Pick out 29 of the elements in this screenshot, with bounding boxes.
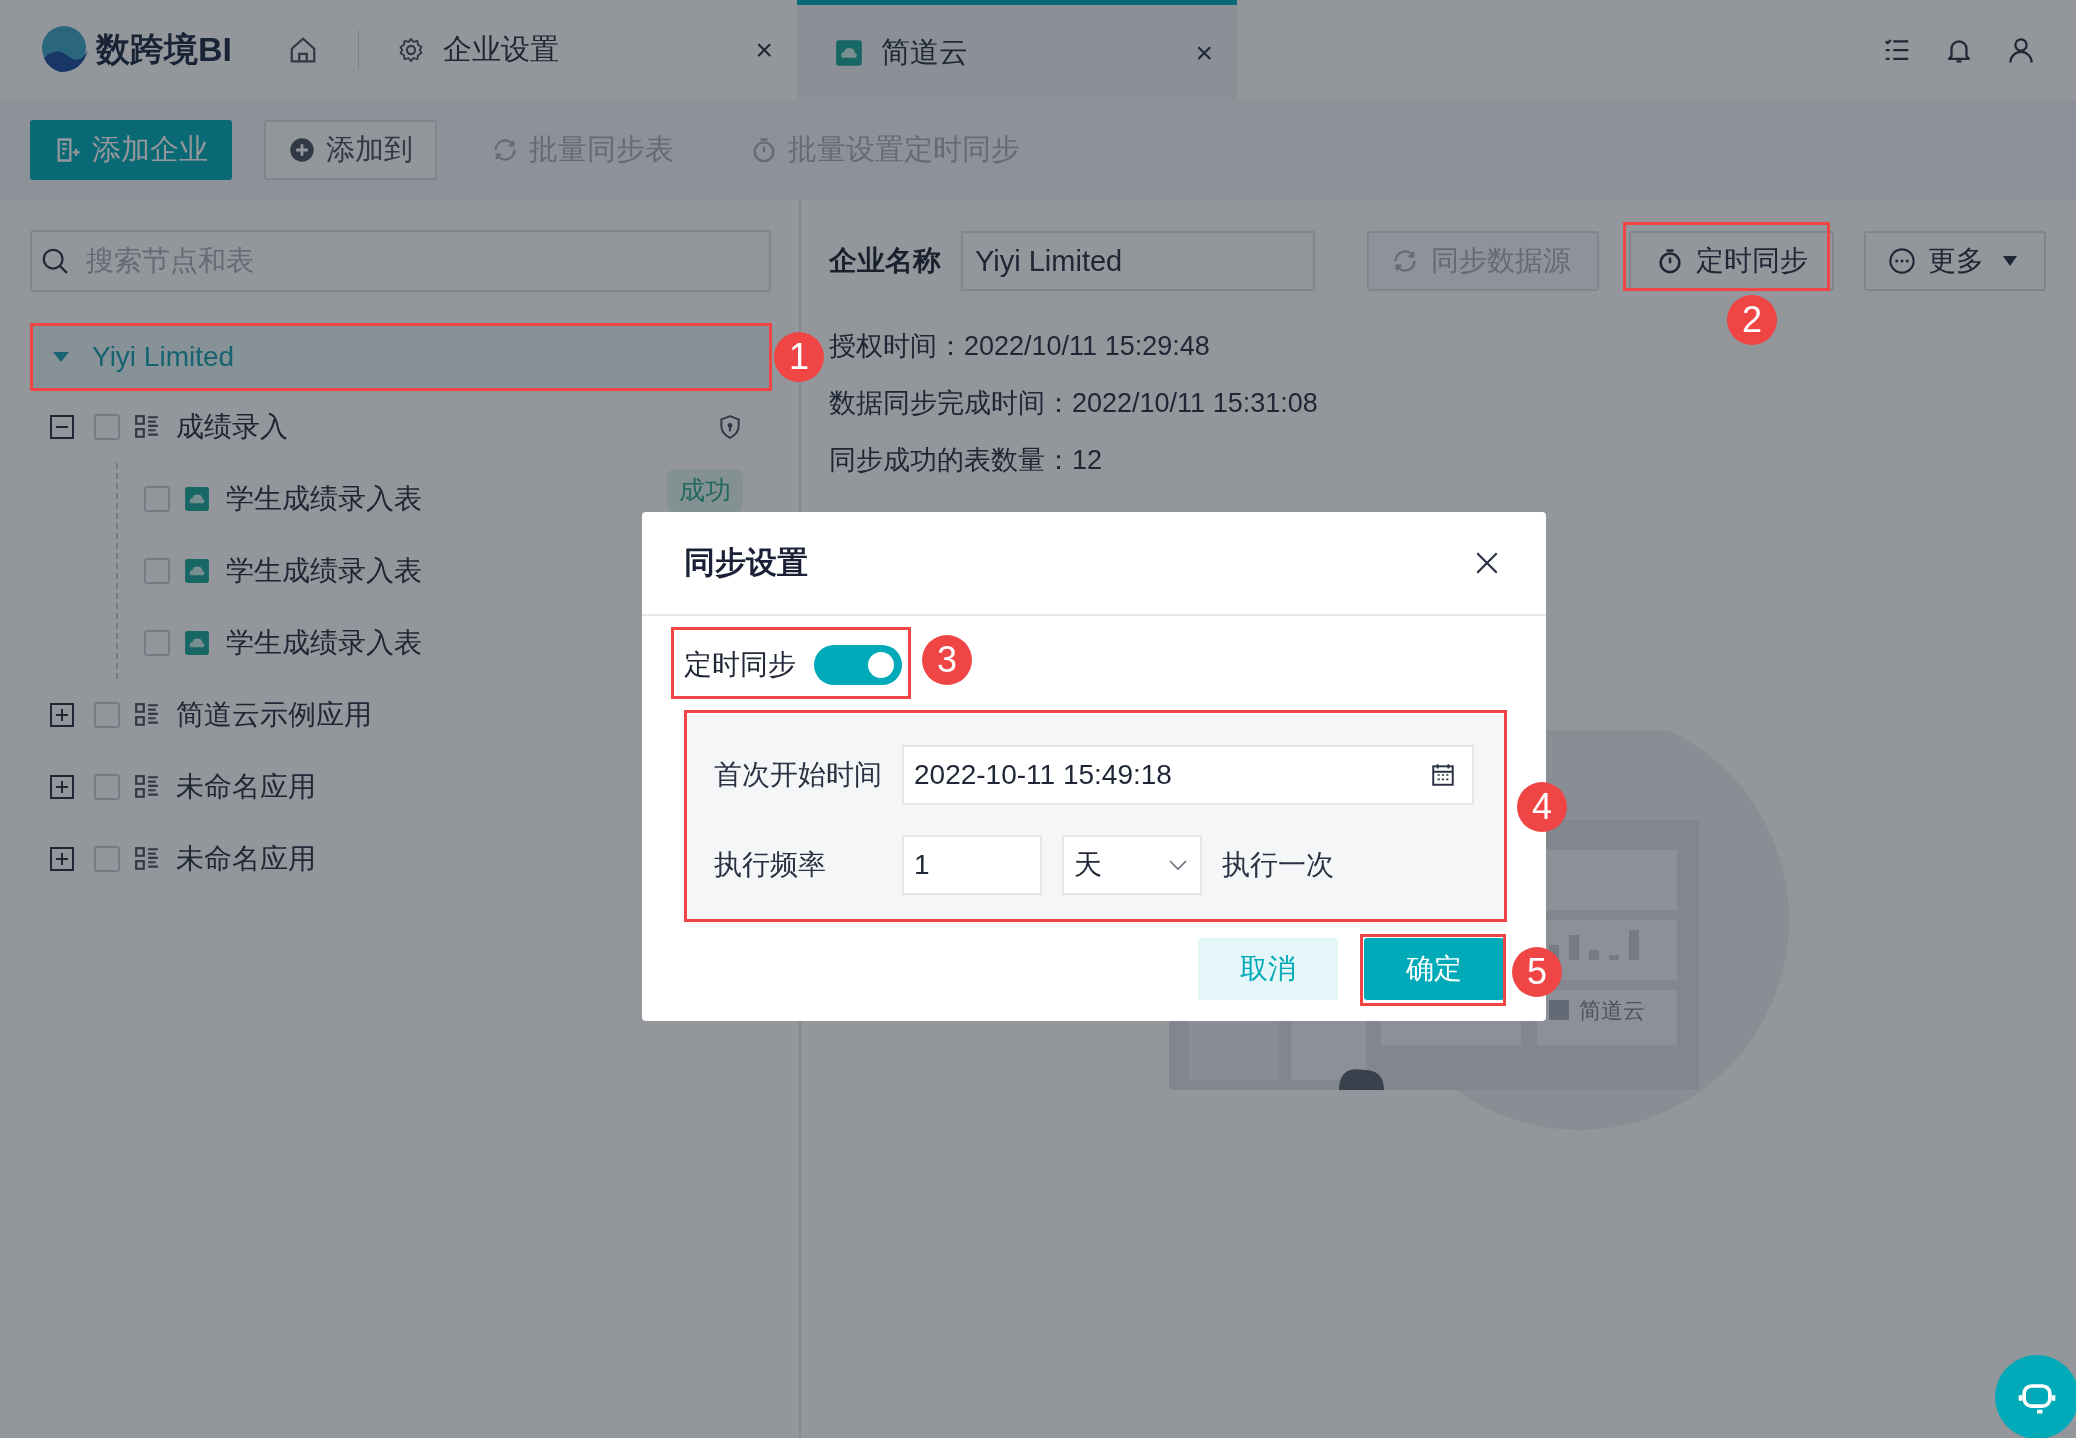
suffix-text: 执行一次 (1222, 848, 1334, 882)
action-button[interactable]: 更多 (1864, 231, 2046, 291)
dialog-button[interactable]: 确定 (1364, 938, 1504, 1000)
frequency-field[interactable]: 1 (902, 835, 1042, 895)
company-label: 企业名称 (829, 244, 941, 278)
tree-item[interactable]: 学生成绩录入表 成功 (118, 463, 769, 535)
dialog-title: 同步设置 (684, 544, 808, 582)
tab[interactable]: 简道云 × (797, 0, 1237, 100)
toggle-label: 定时同步 (684, 648, 796, 682)
tree-item[interactable]: 简道云示例应用 (30, 679, 769, 751)
field-label: 首次开始时间 (714, 758, 882, 792)
toolbar-button[interactable]: 添加到 (264, 120, 437, 180)
tree-item[interactable]: 成绩录入 (30, 391, 769, 463)
company-name-field[interactable]: Yiyi Limited (961, 231, 1315, 291)
status-badge: 成功 (667, 469, 743, 512)
step-badge: 2 (1727, 295, 1777, 345)
illustration-label: 简道云 (1579, 998, 1645, 1023)
tab[interactable]: 企业设置 × (397, 0, 797, 100)
unit-dropdown[interactable]: 天 (1062, 835, 1202, 895)
info-text: 授权时间：2022/10/11 15:29:48 (829, 330, 1210, 363)
close-icon[interactable]: × (1195, 35, 1213, 70)
info-text: 同步成功的表数量：12 (829, 444, 1103, 477)
field-label: 执行频率 (714, 848, 827, 882)
action-button[interactable]: 定时同步 (1629, 231, 1834, 291)
step-badge: 1 (774, 332, 824, 382)
close-icon[interactable]: × (755, 33, 773, 67)
info-text: 数据同步完成时间：2022/10/11 15:31:08 (829, 387, 1318, 420)
date-time-field[interactable]: 2022-10-11 15:49:18 (902, 745, 1474, 805)
logo-text: 数跨境BI (96, 29, 232, 70)
